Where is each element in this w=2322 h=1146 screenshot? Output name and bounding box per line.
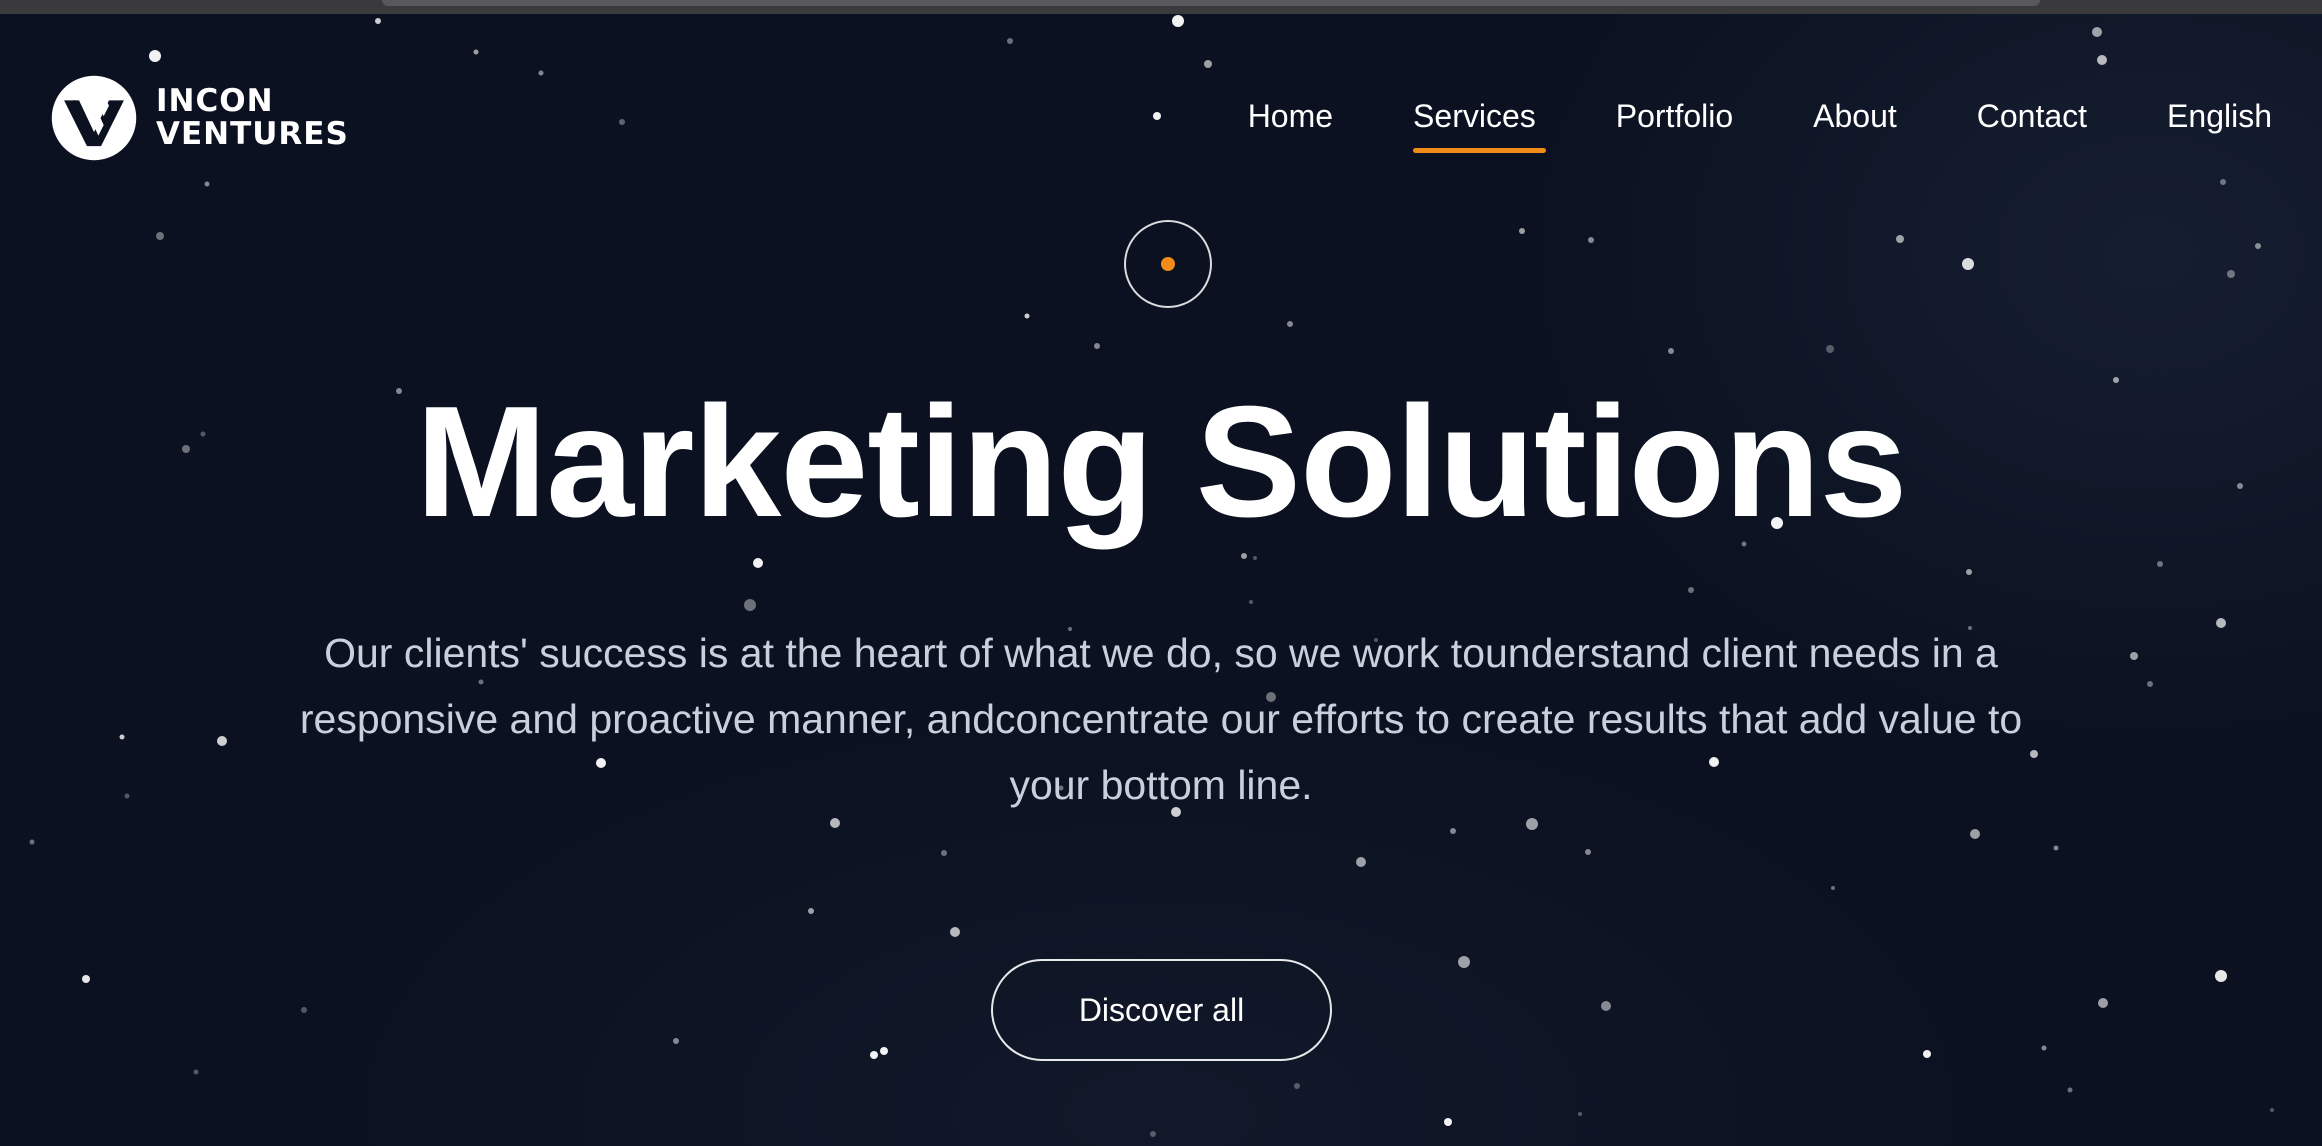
nav-item-portfolio[interactable]: Portfolio bbox=[1616, 98, 1733, 135]
hero-section: INCON VENTURES Home Services Portfolio A… bbox=[0, 14, 2322, 1146]
brand-name: INCON VENTURES bbox=[156, 85, 349, 151]
hero-description: Our clients' success is at the heart of … bbox=[299, 630, 2023, 808]
incon-ventures-logo-icon bbox=[51, 75, 137, 161]
nav-item-home[interactable]: Home bbox=[1248, 98, 1333, 135]
discover-all-button[interactable]: Discover all bbox=[991, 959, 1332, 1061]
nav-item-about[interactable]: About bbox=[1813, 98, 1897, 135]
nav-item-services[interactable]: Services bbox=[1413, 98, 1546, 153]
page-title: Marketing Solutions bbox=[415, 374, 1908, 550]
browser-tab-edge bbox=[382, 0, 2040, 6]
browser-top-strip bbox=[0, 0, 2322, 14]
brand-name-line1: INCON bbox=[156, 83, 274, 119]
brand-logo[interactable]: INCON VENTURES bbox=[50, 74, 349, 162]
target-dot-icon bbox=[1161, 257, 1175, 271]
nav-item-language[interactable]: English bbox=[2167, 98, 2272, 135]
target-ring-icon bbox=[1124, 220, 1212, 308]
nav-item-contact[interactable]: Contact bbox=[1977, 98, 2087, 135]
main-navigation: Home Services Portfolio About Contact En… bbox=[1248, 98, 2272, 153]
brand-name-line2: VENTURES bbox=[156, 116, 349, 152]
